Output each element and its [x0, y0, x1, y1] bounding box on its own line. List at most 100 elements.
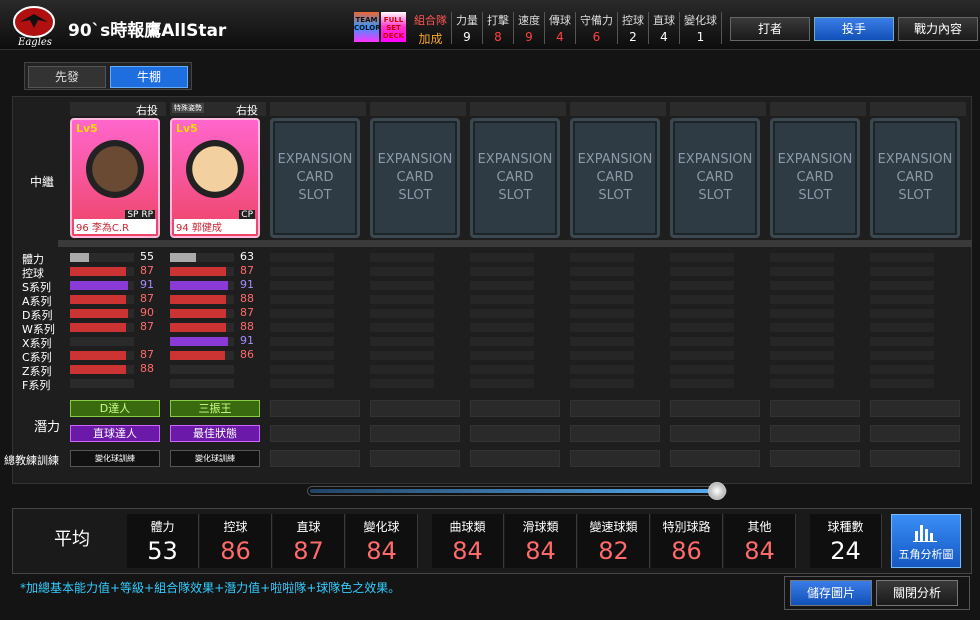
summary-stat: 曲球類 84 [432, 514, 504, 568]
tab-0[interactable]: 打者 [730, 17, 810, 41]
pentagon-chart-button[interactable]: 五角分析圖 [891, 514, 961, 568]
expansion-text-line: SLOT [498, 188, 532, 203]
scrollbar-thumb[interactable] [708, 482, 726, 500]
deck-title: 90`s時報鷹AllStar [68, 21, 227, 41]
stat-value: 87 [240, 264, 254, 277]
stat-value: 88 [140, 362, 154, 375]
expansion-text-line: CARD [496, 170, 534, 185]
coach-training-box[interactable]: 變化球訓練 [170, 450, 260, 467]
stat-value: 63 [240, 250, 254, 263]
expansion-text-line: CARD [296, 170, 334, 185]
expansion-card: EXPANSION CARD SLOT [870, 118, 960, 238]
stat-value: 87 [140, 264, 154, 277]
stat-bar [70, 351, 134, 360]
empty-potential-box [670, 400, 760, 417]
stat-bar-fill [70, 253, 90, 262]
stat-bar-fill [70, 281, 129, 290]
row-label-relief: 中繼 [30, 175, 55, 189]
stat-bar [470, 309, 534, 318]
stat-bar [770, 281, 834, 290]
stat-bar [470, 365, 534, 374]
stat-bar [670, 379, 734, 388]
stat-bar [870, 253, 934, 262]
empty-potential-box [370, 450, 460, 467]
stat-bar-fill [70, 365, 127, 374]
stat-bar [270, 379, 334, 388]
bonus-stat-value: 9 [463, 30, 471, 44]
summary-stat-label: 變速球類 [589, 520, 638, 534]
svg-text:Eagles: Eagles [17, 37, 52, 48]
expansion-text: EXPANSION CARD SLOT [873, 151, 957, 205]
summary-stat-value: 84 [366, 537, 397, 565]
potential-box[interactable]: 三振王 [170, 400, 260, 417]
save-image-button[interactable]: 儲存圖片 [790, 580, 872, 606]
stat-bar [70, 379, 134, 388]
tab-2[interactable]: 戰力內容 [898, 17, 978, 41]
stat-bar [70, 365, 134, 374]
stat-bar [870, 337, 934, 346]
slot-scrollbar[interactable] [307, 486, 727, 496]
tab-1[interactable]: 投手 [814, 17, 894, 41]
bonus-stat-value: 6 [592, 30, 601, 44]
stat-bar [370, 365, 434, 374]
bonus-stat-value: 9 [525, 30, 533, 44]
slot-header: 右投 特殊姿勢 [170, 102, 266, 117]
bonus-stat-label: 守備力 [580, 14, 613, 27]
stat-bar [570, 267, 634, 276]
stat-value: 88 [240, 292, 254, 305]
stat-bar [370, 253, 434, 262]
stat-bar [770, 253, 834, 262]
stat-bar [170, 295, 234, 304]
potential-box[interactable]: 最佳狀態 [170, 425, 260, 442]
stat-bar [470, 337, 534, 346]
stat-bar [270, 365, 334, 374]
stat-bar [870, 365, 934, 374]
stat-bar-fill [170, 337, 229, 346]
expansion-text-line: CARD [396, 170, 434, 185]
slot-header [270, 102, 366, 116]
player-portrait [186, 140, 244, 198]
player-card[interactable]: Lv5 CP 94 郭健成 [170, 118, 260, 238]
expansion-card: EXPANSION CARD SLOT [570, 118, 660, 238]
subtab-1[interactable]: 牛棚 [110, 66, 188, 88]
stat-bar [870, 379, 934, 388]
expansion-text-line: CARD [896, 170, 934, 185]
stat-value: 86 [240, 348, 254, 361]
stat-bar [370, 351, 434, 360]
slot-header [870, 102, 966, 116]
average-label: 平均 [54, 529, 90, 550]
stat-bar [170, 281, 234, 290]
stat-bar [270, 323, 334, 332]
stat-bar [770, 323, 834, 332]
card-name: 96 李為C.R [74, 219, 156, 234]
close-analysis-button[interactable]: 關閉分析 [876, 580, 958, 606]
coach-training-box[interactable]: 變化球訓練 [70, 450, 160, 467]
expansion-text-line: SLOT [298, 188, 332, 203]
stat-value: 55 [140, 250, 154, 263]
slot-header [670, 102, 766, 116]
summary-stat-label: 滑球類 [522, 520, 559, 534]
bonus-stat-6: 直球 4 [649, 12, 680, 44]
stat-bar [70, 267, 134, 276]
summary-stat-label: 直球 [296, 520, 321, 534]
stat-bar [870, 295, 934, 304]
player-card[interactable]: Lv5 SP RP 96 李為C.R [70, 118, 160, 238]
stat-bar-fill [70, 309, 128, 318]
bonus-stat-0: 力量 9 [452, 12, 483, 44]
potential-box[interactable]: 直球達人 [70, 425, 160, 442]
empty-potential-box [770, 400, 860, 417]
stat-bar [770, 295, 834, 304]
stat-bar [470, 253, 534, 262]
bonus-stat-label: 直球 [653, 14, 675, 27]
card-level: Lv5 [176, 122, 198, 135]
card-level: Lv5 [76, 122, 98, 135]
team-bonus-label: 組合隊 [414, 14, 447, 27]
stat-bar [170, 253, 234, 262]
stat-bar [770, 337, 834, 346]
expansion-text-line: SLOT [798, 188, 832, 203]
potential-box[interactable]: D達人 [70, 400, 160, 417]
stat-bar-fill [70, 351, 126, 360]
stat-bar [470, 295, 534, 304]
empty-potential-box [870, 450, 960, 467]
subtab-0[interactable]: 先發 [28, 66, 106, 88]
